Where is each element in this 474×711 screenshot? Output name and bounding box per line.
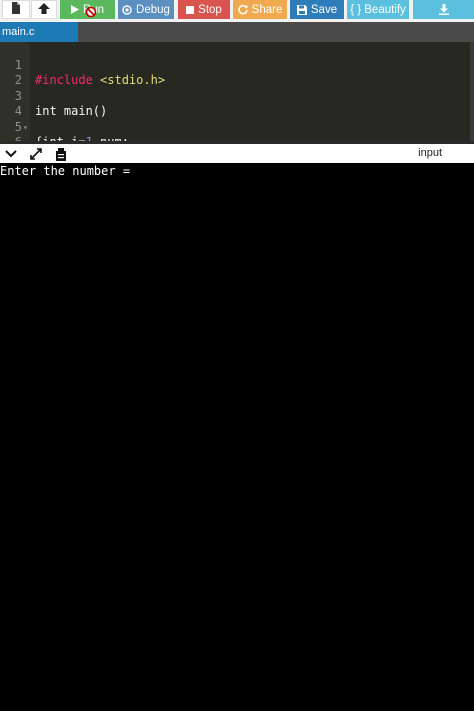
upload-icon	[38, 1, 50, 19]
debug-button[interactable]: Debug	[118, 0, 174, 19]
new-file-button[interactable]	[2, 0, 30, 19]
console-output[interactable]: Enter the number =	[0, 163, 474, 711]
tab-input[interactable]: input	[418, 147, 442, 159]
tab-main-c[interactable]: main.c	[0, 22, 78, 42]
expand-arrows-icon[interactable]	[28, 147, 44, 161]
code-editor[interactable]: 1 #include <stdio.h> 2 3 int main() 4 ▾ …	[0, 42, 474, 141]
mouse-cursor-icon	[85, 5, 97, 23]
code-line: 5 int i=1,num;	[0, 104, 474, 142]
save-icon	[296, 4, 307, 15]
editor-scrollbar[interactable]	[470, 42, 474, 141]
share-button[interactable]: Share	[233, 0, 287, 19]
tab-label: main.c	[2, 26, 35, 38]
debug-icon	[122, 4, 132, 15]
code-line: 1 #include <stdio.h>	[0, 42, 474, 88]
download-button[interactable]	[413, 0, 474, 19]
share-icon	[237, 4, 248, 15]
code-line: 3 int main()	[0, 73, 474, 119]
code-line: 2	[0, 58, 474, 87]
file-tab-bar: main.c	[0, 22, 474, 42]
beautify-label: { } Beautify	[350, 3, 406, 16]
code-line: 4 ▾ {	[0, 89, 474, 141]
clear-console-icon[interactable]	[53, 147, 69, 161]
beautify-button[interactable]: { } Beautify	[347, 0, 409, 19]
upload-button[interactable]	[31, 0, 57, 19]
output-panel-header: input	[0, 141, 474, 163]
stop-label: Stop	[198, 3, 222, 16]
code-line: 6	[0, 120, 474, 141]
console-text: Enter the number =	[0, 164, 131, 178]
collapse-chevron-icon[interactable]	[3, 147, 19, 161]
save-button[interactable]: Save	[290, 0, 344, 19]
save-label[interactable]: Save	[311, 4, 337, 16]
debug-label: Debug	[136, 3, 170, 16]
stop-button[interactable]: Stop	[178, 0, 230, 19]
toolbar: Run Debug Stop Share Save { } Beautify	[0, 0, 474, 23]
stop-icon	[186, 5, 195, 14]
play-icon	[70, 5, 79, 14]
file-icon	[11, 1, 21, 19]
share-label: Share	[251, 3, 283, 16]
download-icon	[438, 4, 449, 15]
